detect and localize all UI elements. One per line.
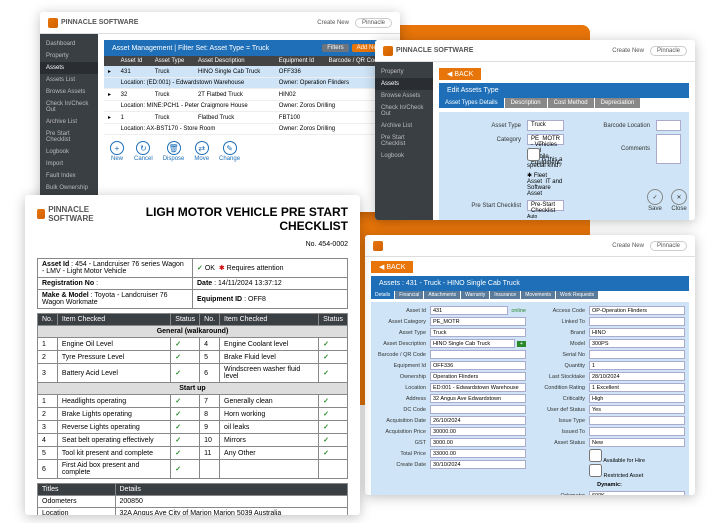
comments-input[interactable] (656, 134, 681, 164)
filters-button[interactable]: Filters (322, 44, 348, 52)
sidebar-item[interactable]: Dashboard (40, 38, 98, 50)
user-menu[interactable]: Pinnacle (355, 18, 392, 28)
tab[interactable]: Description (505, 98, 547, 108)
table-row[interactable]: ▸1TruckFlatbed TruckFBT100 (104, 112, 394, 124)
user-menu[interactable]: Pinnacle (650, 241, 687, 251)
asset-detail-window: Create New Pinnacle ◀ BACK Assets : 431 -… (365, 235, 695, 495)
sidebar: Property Assets Browse Assets Check In/C… (375, 62, 433, 220)
action-bar: +New ↻Cancel 🗑Dispose ⇄Move ✎Change (104, 135, 394, 168)
table-row-detail: Location: MINE:PCH1 - Peter Craigmore Ho… (104, 101, 394, 112)
restrict-checkbox[interactable] (589, 464, 602, 477)
sidebar-item[interactable]: Import (40, 158, 98, 170)
checklist-document: PINNACLE SOFTWARE LIGH MOTOR VEHICLE PRE… (25, 195, 360, 515)
asset-type-input[interactable]: Truck (527, 120, 564, 131)
add-icon[interactable]: + (517, 341, 526, 347)
new-action[interactable]: +New (110, 141, 124, 162)
create-new-link[interactable]: Create New (612, 243, 644, 249)
table-row[interactable]: ▸431TruckHINO Single Cab TruckOFF336 (104, 66, 394, 78)
sidebar-item[interactable]: Fault Index (40, 170, 98, 182)
sidebar-item[interactable]: Property (40, 50, 98, 62)
close-button[interactable]: ✕Close (671, 189, 687, 212)
details-table: TitlesDetails Odometers200850 Location32… (37, 483, 348, 515)
back-button[interactable]: ◀ BACK (439, 68, 481, 80)
asset-id-field[interactable]: 431 (430, 306, 508, 315)
sidebar-item[interactable]: Pre Start Checklist (40, 128, 98, 146)
avail-checkbox[interactable] (589, 449, 602, 462)
category-select[interactable]: PE_MOTR - Vehicles and Mobile Equipment (527, 134, 564, 145)
page-title: Edit Assets Type (447, 87, 499, 94)
special-checkbox[interactable] (527, 148, 540, 161)
cancel-action[interactable]: ↻Cancel (134, 141, 153, 162)
edit-asset-type-window: PINNACLE SOFTWARE Create New Pinnacle Pro… (375, 40, 695, 220)
prestart-select[interactable]: Pre-Start Checklist (527, 200, 564, 211)
dispose-action[interactable]: 🗑Dispose (163, 141, 185, 162)
doc-number: No. 454-0002 (121, 241, 348, 248)
tab[interactable]: Cost Method (548, 98, 594, 108)
brand-logo (373, 241, 383, 251)
detail-tabs: DetailsFinancialAttachmentsWarrantyInsur… (371, 291, 689, 299)
table-row-detail: Location: (ED:001) - Edwardstown Warehou… (104, 78, 394, 89)
move-action[interactable]: ⇄Move (194, 141, 209, 162)
page-title-bar: Asset Management | Filter Set: Asset Typ… (104, 40, 394, 56)
table-row[interactable]: ▸32Truck2T Flatbed TruckHIN02 (104, 89, 394, 101)
save-button[interactable]: ✓Save (647, 189, 663, 212)
topbar: PINNACLE SOFTWARE Create New Pinnacle (375, 40, 695, 62)
assets-table: Asset IdAsset TypeAsset DescriptionEquip… (104, 56, 394, 135)
sidebar-item[interactable]: Browse Assets (40, 86, 98, 98)
change-action[interactable]: ✎Change (219, 141, 240, 162)
checklist-table: No.Item CheckedStatusNo.Item CheckedStat… (37, 313, 348, 479)
user-menu[interactable]: Pinnacle (650, 46, 687, 56)
barcode-input[interactable] (656, 120, 681, 131)
sidebar-item[interactable]: Archive List (40, 116, 98, 128)
logo-icon (373, 241, 383, 251)
sidebar-item[interactable]: Logbook (40, 146, 98, 158)
page-title: Assets : 431 - Truck - HINO Single Cab T… (379, 280, 520, 287)
create-new-link[interactable]: Create New (317, 20, 349, 26)
page-title-bar: Assets : 431 - Truck - HINO Single Cab T… (371, 276, 689, 291)
doc-title: LIGH MOTOR VEHICLE PRE START CHECKLIST (121, 205, 348, 233)
topbar: PINNACLE SOFTWARE Create New Pinnacle (40, 12, 400, 34)
sidebar-item[interactable]: Assets List (40, 74, 98, 86)
topbar: Create New Pinnacle (365, 235, 695, 257)
brand-logo: PINNACLE SOFTWARE (37, 205, 121, 223)
table-row-detail: Location: AX-BST170 - Store RoomOwner: Z… (104, 124, 394, 135)
sidebar-item[interactable]: Check In/Check Out (40, 98, 98, 116)
logo-icon (383, 46, 393, 56)
back-button[interactable]: ◀ BACK (371, 261, 413, 273)
asset-management-window: PINNACLE SOFTWARE Create New Pinnacle Da… (40, 12, 400, 212)
sidebar: Dashboard Property Assets Assets List Br… (40, 34, 98, 212)
logo-icon (37, 209, 45, 219)
create-new-link[interactable]: Create New (612, 48, 644, 54)
sidebar-item[interactable]: Assets (40, 62, 98, 74)
sidebar-item[interactable]: Bulk Ownership (40, 182, 98, 194)
tab[interactable]: Depreciation (595, 98, 641, 108)
page-title-bar: Edit Assets Type (439, 83, 689, 98)
page-title: Asset Management | Filter Set: Asset Typ… (112, 45, 269, 52)
brand-logo: PINNACLE SOFTWARE (48, 18, 138, 28)
asset-info-table: Asset Id : 454 - Landcruiser 76 series W… (37, 258, 348, 309)
brand-logo: PINNACLE SOFTWARE (383, 46, 473, 56)
tab[interactable]: Asset Types Details (439, 98, 504, 108)
logo-icon (48, 18, 58, 28)
